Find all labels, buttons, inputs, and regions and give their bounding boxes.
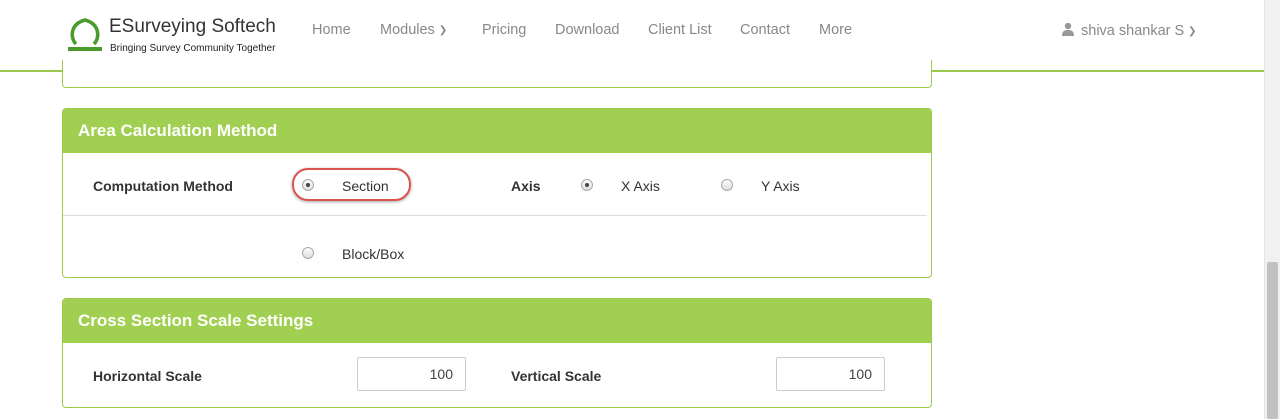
user-menu[interactable]: shiva shankar S ❯ — [1061, 22, 1197, 39]
vertical-scale-label: Vertical Scale — [511, 368, 602, 384]
blockbox-radio[interactable] — [302, 247, 314, 259]
chevron-down-icon: ❯ — [438, 25, 448, 36]
nav-more[interactable]: More — [819, 22, 852, 38]
scrollbar-thumb[interactable] — [1267, 262, 1278, 419]
section-radio[interactable] — [302, 179, 314, 191]
user-name: shiva shankar S — [1081, 23, 1185, 39]
nav-client-list[interactable]: Client List — [648, 22, 712, 38]
row-divider — [63, 215, 927, 216]
nav-pricing[interactable]: Pricing — [482, 22, 526, 38]
nav-modules[interactable]: Modules ❯ — [380, 22, 447, 38]
user-icon — [1062, 22, 1074, 36]
nav-home[interactable]: Home — [312, 22, 351, 38]
nav-download[interactable]: Download — [555, 22, 620, 38]
logo-icon — [68, 18, 102, 51]
section-option-label[interactable]: Section — [342, 178, 389, 194]
scale-panel-title: Cross Section Scale Settings — [63, 299, 931, 343]
x-axis-radio[interactable] — [581, 179, 593, 191]
x-axis-option-label[interactable]: X Axis — [621, 178, 660, 194]
chevron-down-icon: ❯ — [1188, 26, 1197, 37]
area-panel-title: Area Calculation Method — [63, 109, 931, 153]
vertical-scale-input[interactable]: 100 — [776, 357, 885, 391]
scale-settings-panel: Cross Section Scale Settings Horizontal … — [62, 298, 932, 408]
y-axis-option-label[interactable]: Y Axis — [761, 178, 800, 194]
brand-tagline: Bringing Survey Community Together — [110, 43, 276, 54]
brand-logo[interactable]: ESurveying Softech Bringing Survey Commu… — [66, 16, 281, 58]
nav-contact[interactable]: Contact — [740, 22, 790, 38]
previous-panel-bottom — [62, 60, 932, 88]
brand-title: ESurveying Softech — [109, 16, 276, 37]
nav-modules-label: Modules — [380, 22, 435, 38]
area-panel-body: Computation Method Section Axis X Axis Y… — [63, 153, 931, 277]
scale-panel-body: Horizontal Scale 100 Vertical Scale 100 — [63, 343, 931, 407]
horizontal-scale-input[interactable]: 100 — [357, 357, 466, 391]
axis-label: Axis — [511, 178, 541, 194]
blockbox-option-label[interactable]: Block/Box — [342, 246, 404, 262]
area-calculation-panel: Area Calculation Method Computation Meth… — [62, 108, 932, 278]
computation-method-label: Computation Method — [93, 178, 233, 194]
y-axis-radio[interactable] — [721, 179, 733, 191]
horizontal-scale-label: Horizontal Scale — [93, 368, 202, 384]
page-scrollbar[interactable] — [1264, 0, 1280, 419]
